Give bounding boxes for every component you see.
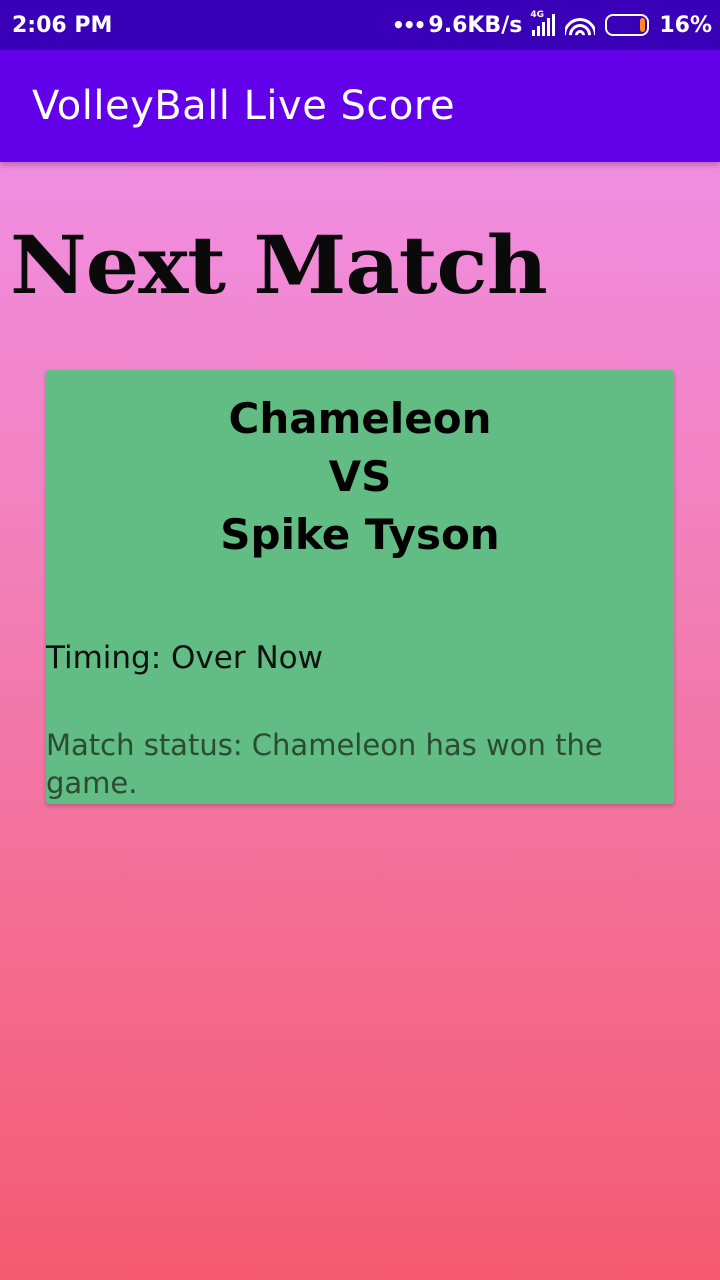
app-title: VolleyBall Live Score bbox=[32, 83, 456, 129]
network-speed: ••• 9.6KB/s bbox=[392, 13, 522, 38]
app-bar: VolleyBall Live Score bbox=[0, 50, 720, 162]
wifi-icon bbox=[565, 14, 596, 36]
status-bar: 2:06 PM ••• 9.6KB/s 4G 16% bbox=[0, 0, 720, 50]
network-speed-value: 9.6KB/s bbox=[428, 12, 523, 38]
match-card[interactable]: Chameleon VS Spike Tyson Timing: Over No… bbox=[46, 370, 674, 804]
match-status: Match status: Chameleon has won the game… bbox=[46, 728, 603, 800]
team-one-name: Chameleon bbox=[228, 394, 492, 443]
match-timing: Timing: Over Now bbox=[46, 640, 323, 676]
status-indicators: ••• 9.6KB/s 4G 16% bbox=[392, 10, 712, 38]
signal-icon: 4G bbox=[530, 10, 556, 36]
network-type: 4G bbox=[530, 10, 544, 20]
dots-icon: ••• bbox=[392, 13, 426, 37]
battery-level bbox=[639, 18, 646, 32]
battery-icon bbox=[605, 14, 650, 36]
versus-label: VS bbox=[328, 452, 392, 501]
status-time: 2:06 PM bbox=[12, 12, 113, 38]
team-two-name: Spike Tyson bbox=[220, 510, 500, 559]
match-teams: Chameleon VS Spike Tyson bbox=[46, 370, 674, 564]
page-heading: Next Match bbox=[10, 218, 548, 313]
battery-percent: 16% bbox=[659, 12, 712, 38]
